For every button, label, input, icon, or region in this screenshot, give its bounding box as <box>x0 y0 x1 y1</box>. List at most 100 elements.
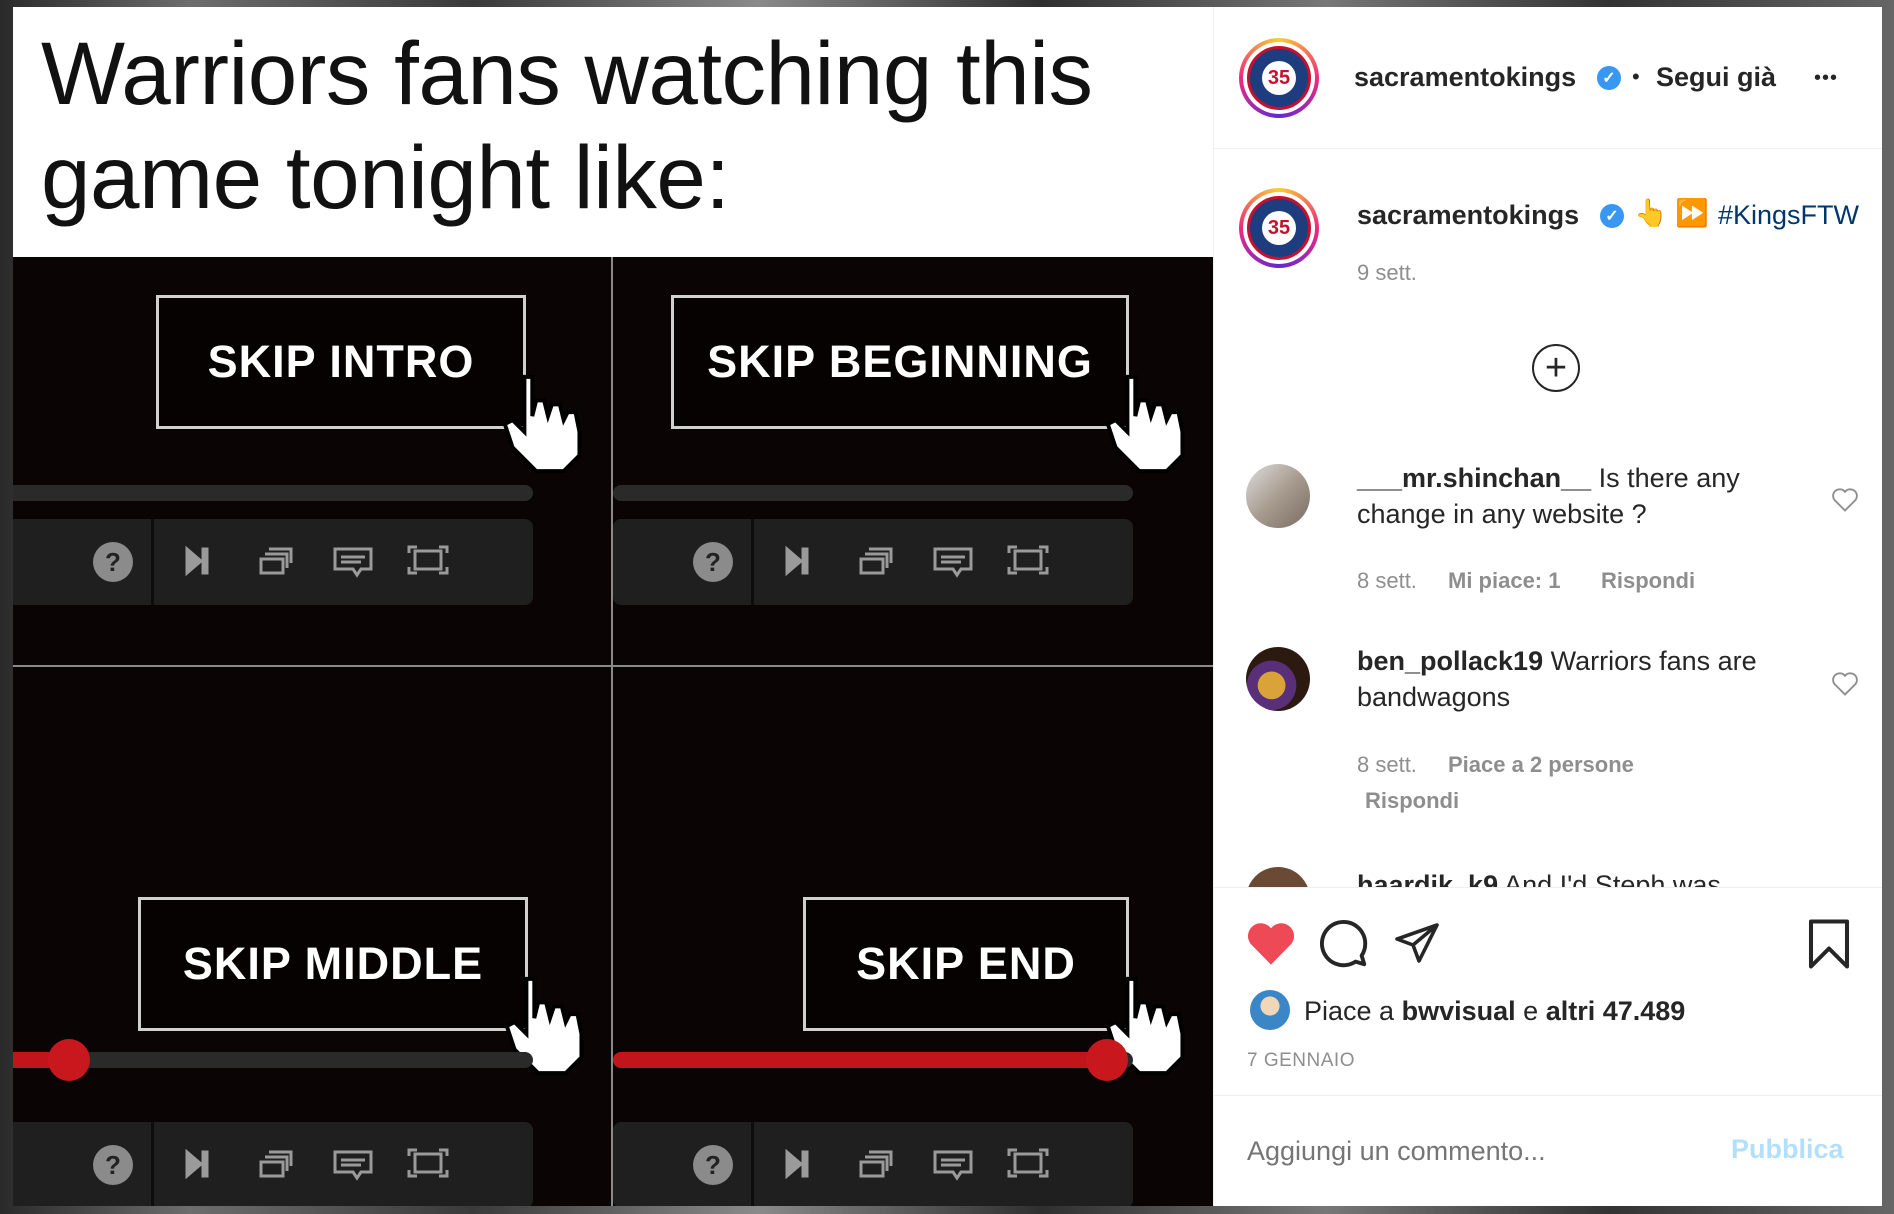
likes-conj: e <box>1523 996 1539 1026</box>
meme-caption-line1: Warriors fans watching this <box>41 23 1093 123</box>
comment-avatar[interactable] <box>1246 647 1310 711</box>
meme-panel: SKIP MIDDLE? <box>13 667 611 1206</box>
post-image[interactable]: Warriors fans watching this game tonight… <box>13 7 1213 1206</box>
comment-reply-button[interactable]: Rispondi <box>1365 788 1459 814</box>
comment-text: ___mr.shinchan__ Is there any change in … <box>1357 460 1827 532</box>
caption-avatar[interactable]: 35 <box>1239 188 1319 268</box>
header-dot: • <box>1632 64 1640 89</box>
likes-summary: Piace a bwvisual e altri 47.489 <box>1304 996 1685 1027</box>
actions-divider <box>1214 887 1882 888</box>
comments-list: ___mr.shinchan__ Is there any change in … <box>1214 447 1882 887</box>
comment-avatar[interactable] <box>1246 867 1310 887</box>
progress-knob <box>1086 1039 1128 1081</box>
caption-verified-badge-icon: ✓ <box>1600 204 1624 228</box>
skip-button-label: SKIP MIDDLE <box>138 897 528 1031</box>
like-heart-icon[interactable] <box>1245 919 1297 967</box>
episodes-icon <box>259 547 293 575</box>
comment-time[interactable]: 8 sett. <box>1357 752 1417 778</box>
fullscreen-icon <box>407 545 449 575</box>
post-date[interactable]: 7 GENNAIO <box>1247 1050 1355 1072</box>
progress-track <box>13 485 533 501</box>
grid-divider-vertical <box>611 257 613 1206</box>
fullscreen-icon <box>1007 545 1049 575</box>
header-divider <box>1214 148 1882 149</box>
meme-caption-line2: game tonight like: <box>41 127 730 227</box>
meme-caption: Warriors fans watching this game tonight… <box>13 7 1213 257</box>
comment-text: haardik_k9 And I'd Steph was <box>1357 867 1827 887</box>
comment-time[interactable]: 8 sett. <box>1357 568 1417 594</box>
subtitles-icon <box>333 1150 373 1181</box>
likes-prefix: Piace a <box>1304 996 1395 1026</box>
episodes-icon <box>259 1150 293 1178</box>
comment-box-divider <box>1214 1095 1882 1096</box>
control-divider <box>751 519 754 605</box>
control-divider <box>151 519 154 605</box>
more-options-icon[interactable]: ••• <box>1814 67 1838 90</box>
help-icon: ? <box>93 542 133 582</box>
likes-user[interactable]: bwvisual <box>1402 996 1516 1026</box>
help-icon: ? <box>693 542 733 582</box>
player-control-bar: ? <box>13 1122 533 1206</box>
add-comment-input[interactable] <box>1247 1129 1727 1173</box>
comment-likes[interactable]: Mi piace: 1 <box>1448 568 1560 594</box>
control-divider <box>151 1122 154 1206</box>
follow-button[interactable]: Segui già <box>1656 62 1776 93</box>
meme-panel: SKIP END? <box>613 667 1211 1206</box>
share-icon[interactable] <box>1392 919 1442 967</box>
caption-emoji: 👆 ⏩ <box>1634 198 1709 228</box>
meme-grid: SKIP END? SKIP MIDDLE? SKIP BEGINNING? SKIP… <box>13 257 1213 1206</box>
comment-icon[interactable] <box>1317 917 1369 969</box>
progress-knob <box>47 1039 90 1081</box>
caption-username[interactable]: sacramentokings <box>1357 200 1579 231</box>
fullscreen-icon <box>1007 1148 1049 1178</box>
post-comment-button[interactable]: Pubblica <box>1731 1134 1844 1165</box>
hand-cursor-icon <box>502 374 582 474</box>
help-icon: ? <box>693 1145 733 1185</box>
episodes-icon <box>859 1150 893 1178</box>
grid-divider-horizontal <box>13 665 1213 667</box>
fullscreen-icon <box>407 1148 449 1178</box>
next-episode-icon <box>785 1148 809 1180</box>
skip-button-label: SKIP BEGINNING <box>671 295 1129 429</box>
load-more-comments-icon[interactable]: + <box>1532 344 1580 392</box>
control-divider <box>751 1122 754 1206</box>
meme-panel: SKIP INTRO? <box>13 257 611 665</box>
comment-avatar[interactable] <box>1246 464 1310 528</box>
caption-avatar-number: 35 <box>1262 211 1296 245</box>
subtitles-icon <box>933 547 973 578</box>
skip-button-label: SKIP END <box>803 897 1129 1031</box>
progress-track <box>613 485 1133 501</box>
help-icon: ? <box>93 1145 133 1185</box>
likes-others[interactable]: altri 47.489 <box>1546 996 1686 1026</box>
meme-panel: SKIP BEGINNING? <box>613 257 1211 665</box>
comment-reply-button[interactable]: Rispondi <box>1601 568 1695 594</box>
header-avatar[interactable]: 35 <box>1239 38 1319 118</box>
next-episode-icon <box>785 545 809 577</box>
comment-likes[interactable]: Piace a 2 persone <box>1448 752 1634 778</box>
caption-hashtag[interactable]: #KingsFTW <box>1718 200 1859 231</box>
subtitles-icon <box>933 1150 973 1181</box>
verified-badge-icon: ✓ <box>1597 66 1621 90</box>
comment-like-icon[interactable] <box>1831 487 1859 513</box>
comment-username[interactable]: ___mr.shinchan__ <box>1357 463 1591 493</box>
progress-fill <box>613 1052 1107 1068</box>
comment-username[interactable]: ben_pollack19 <box>1357 646 1543 676</box>
comment-like-icon[interactable] <box>1831 671 1859 697</box>
save-bookmark-icon[interactable] <box>1806 917 1852 971</box>
next-episode-icon <box>185 545 209 577</box>
subtitles-icon <box>333 547 373 578</box>
skip-button-label: SKIP INTRO <box>156 295 526 429</box>
next-episode-icon <box>185 1148 209 1180</box>
comment-body: And I'd Steph was <box>1504 870 1721 887</box>
comment-username[interactable]: haardik_k9 <box>1357 870 1498 887</box>
player-control-bar: ? <box>613 1122 1133 1206</box>
post-sidebar: 35 sacramentokings ✓ • Segui già ••• 35 … <box>1213 7 1882 1206</box>
liker-avatar[interactable] <box>1250 990 1290 1030</box>
caption-time[interactable]: 9 sett. <box>1357 260 1417 286</box>
hand-cursor-icon <box>1105 374 1185 474</box>
header-username[interactable]: sacramentokings <box>1354 62 1576 93</box>
episodes-icon <box>859 547 893 575</box>
avatar-logo-number: 35 <box>1262 61 1296 95</box>
post-modal: Warriors fans watching this game tonight… <box>13 7 1882 1206</box>
comment-text: ben_pollack19 Warriors fans are bandwago… <box>1357 643 1827 715</box>
